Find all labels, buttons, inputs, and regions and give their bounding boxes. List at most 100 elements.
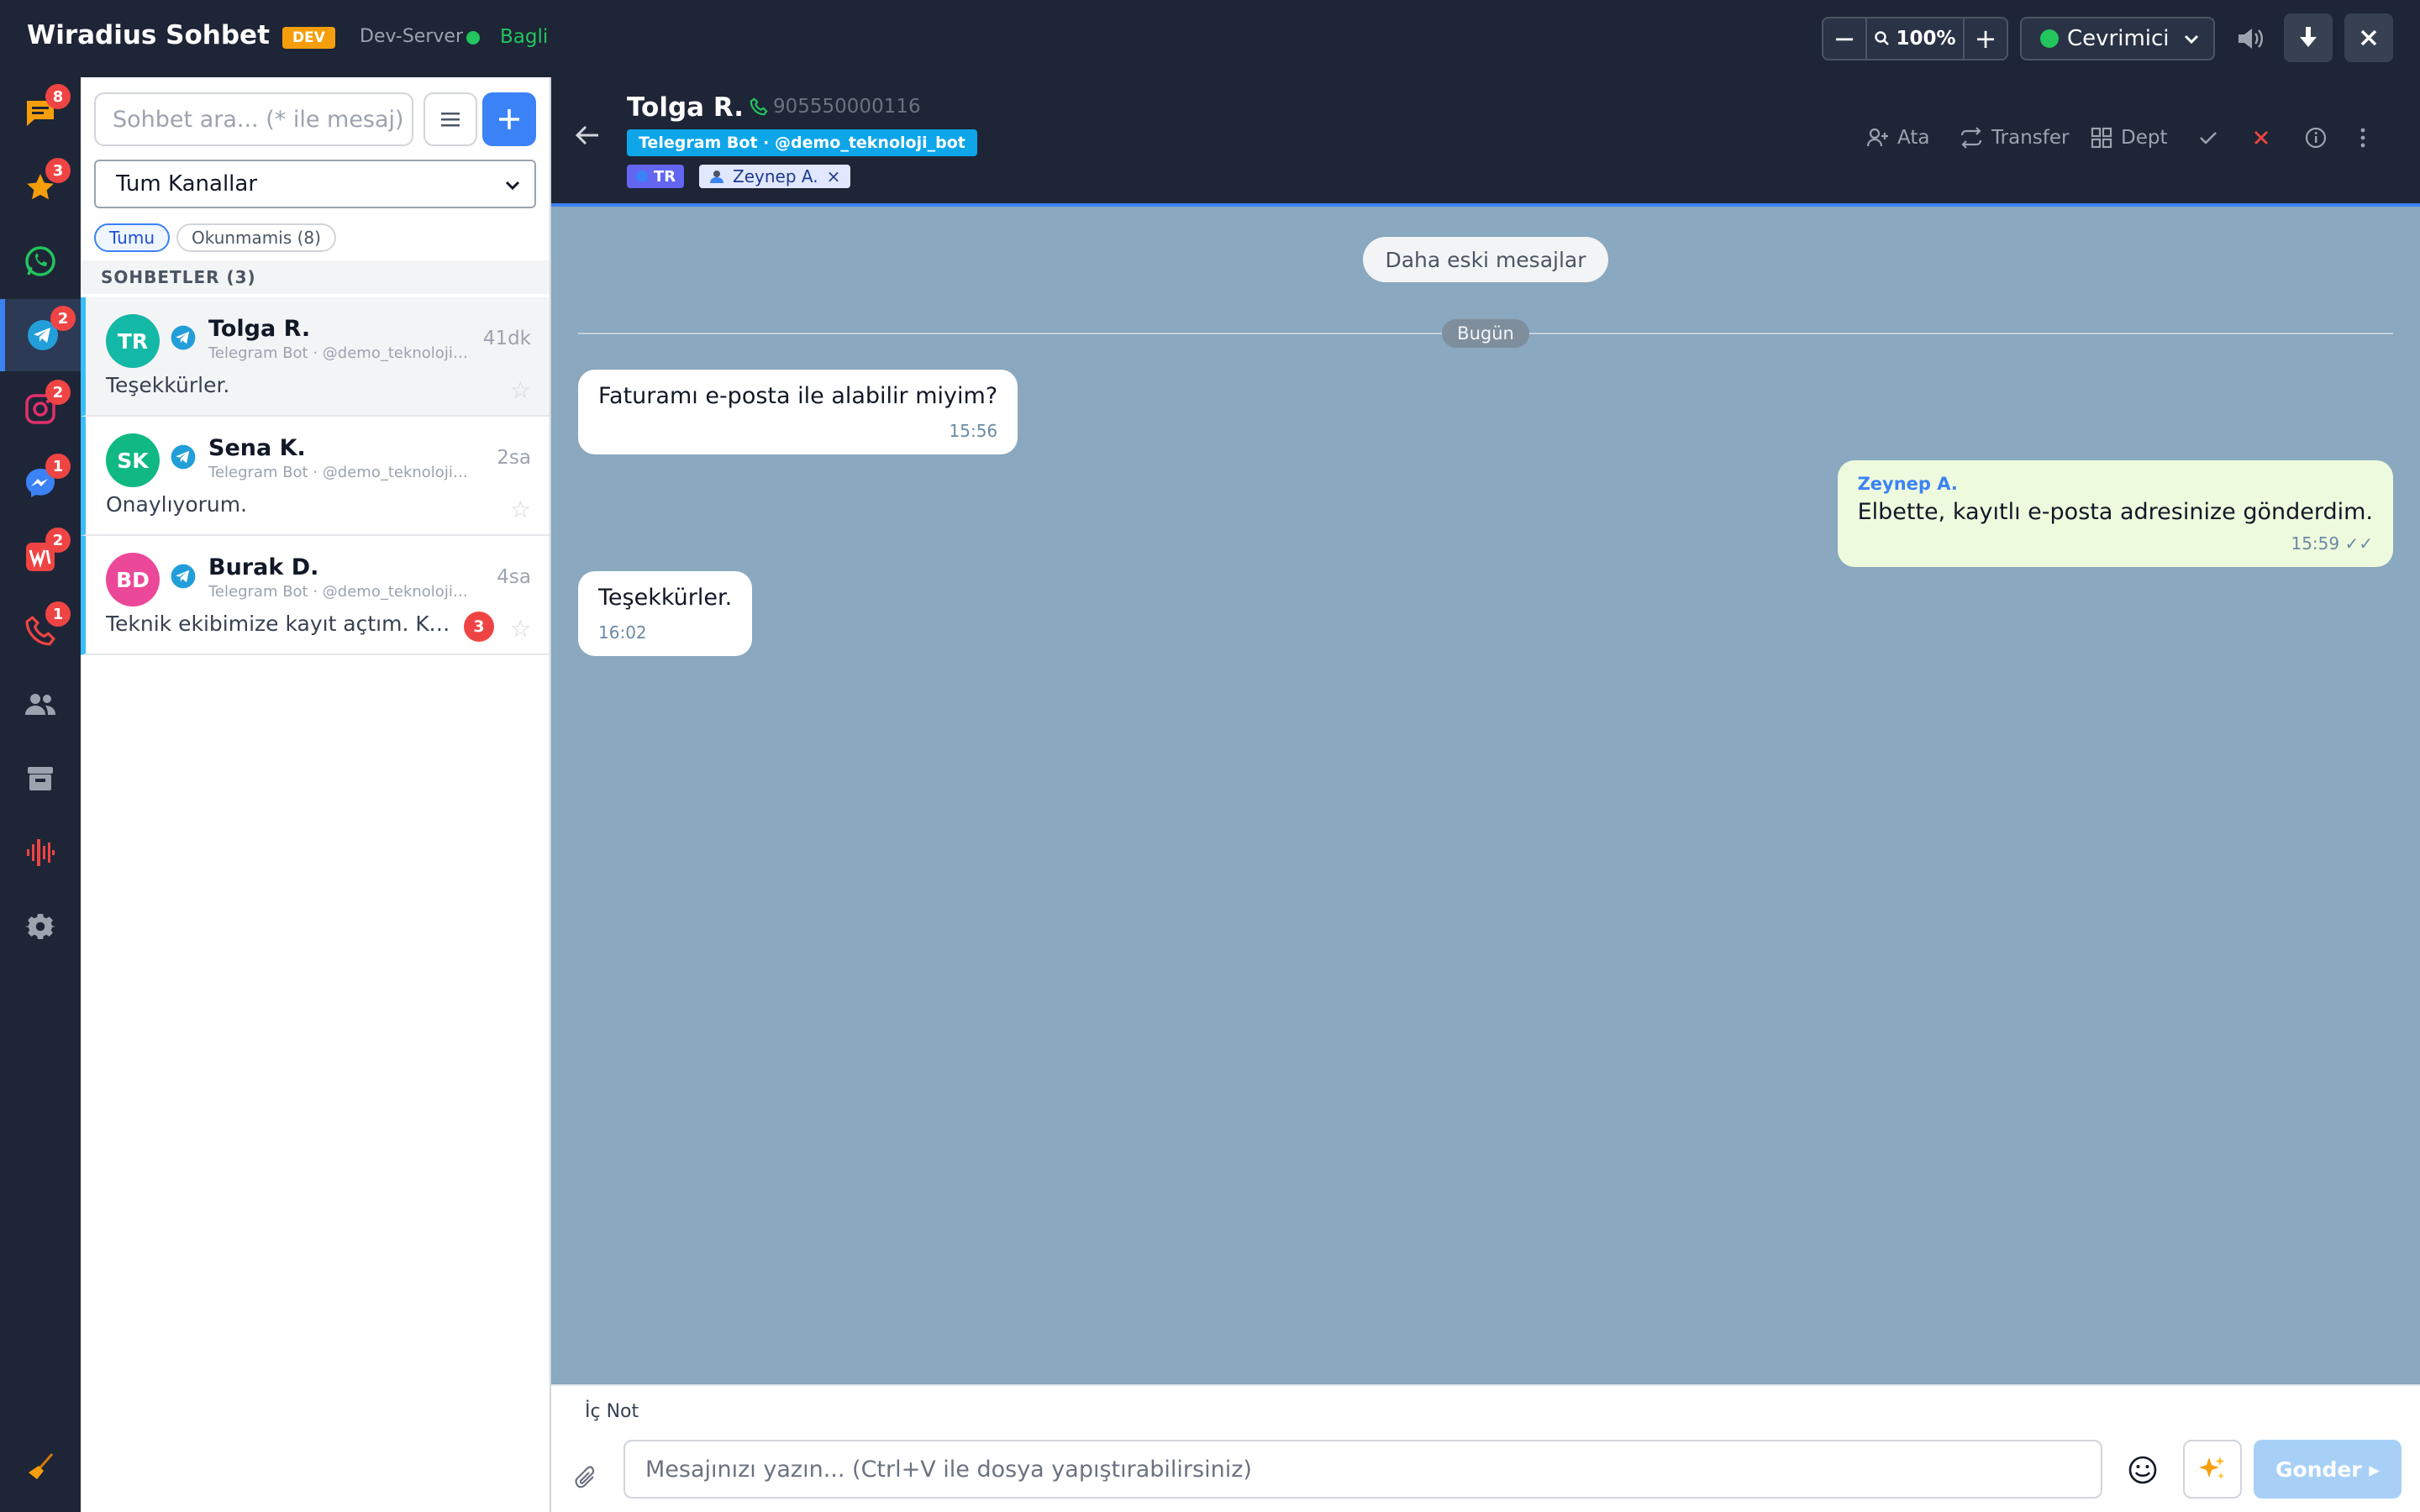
nav-telegram[interactable]: 2 — [0, 299, 81, 371]
nav-badge: 8 — [45, 84, 71, 109]
message-time: 15:59 ✓✓ — [2291, 533, 2373, 554]
department-button[interactable]: Dept — [2091, 121, 2167, 155]
transfer-button[interactable]: Transfer — [1960, 121, 2069, 155]
filter-all-chip[interactable]: Tumu — [94, 223, 171, 252]
chevron-down-icon — [505, 181, 520, 191]
nav-settings[interactable] — [0, 890, 81, 963]
agent-name: Zeynep A. — [733, 166, 818, 186]
nav-voice[interactable] — [0, 816, 81, 889]
send-button[interactable]: Gonder ▸ — [2254, 1440, 2402, 1499]
ai-assist-button[interactable] — [2183, 1440, 2242, 1499]
plus-icon — [499, 109, 519, 129]
app-title: Wiradius Sohbet — [27, 20, 270, 50]
remove-agent-button[interactable]: × — [827, 166, 841, 186]
globe-icon — [636, 171, 648, 182]
new-chat-button[interactable] — [482, 92, 536, 146]
status-select[interactable]: Cevrimici — [2020, 17, 2215, 60]
message-text: Teşekkürler. — [598, 585, 733, 611]
nav-rail: 8 3 2 2 1 2 1 — [0, 77, 81, 1512]
zoom-value: 100% — [1896, 28, 1956, 50]
star-icon[interactable]: ☆ — [510, 496, 531, 523]
department-label: Dept — [2121, 127, 2168, 149]
conversation-name: Burak D. — [208, 554, 319, 580]
emoji-button[interactable] — [2119, 1446, 2166, 1494]
info-icon — [2305, 127, 2327, 149]
conversation-preview: Teşekkürler. — [106, 373, 230, 397]
nav-archive[interactable] — [0, 743, 81, 815]
language-value: TR — [654, 167, 676, 186]
zoom-out-button[interactable]: − — [1823, 18, 1865, 59]
message-time: 15:56 — [949, 421, 998, 441]
status-value: Cevrimici — [2067, 26, 2170, 51]
avatar: BD — [106, 553, 160, 606]
online-dot-icon — [2040, 29, 2059, 48]
nav-starred[interactable]: 3 — [0, 151, 81, 223]
nav-badge: 1 — [45, 601, 71, 627]
sound-toggle-button[interactable] — [2230, 17, 2270, 60]
message-bubble-incoming: Faturamı e-posta ile alabilir miyim? 15:… — [578, 370, 1018, 454]
nav-whatsapp[interactable] — [0, 225, 81, 297]
star-icon[interactable]: ☆ — [510, 615, 531, 643]
resolve-button[interactable] — [2198, 121, 2218, 155]
whatsapp-icon — [25, 246, 55, 276]
zoom-in-button[interactable]: + — [1965, 18, 2007, 59]
nav-badge: 1 — [45, 454, 71, 479]
conversation-item[interactable]: TR Tolga R. Telegram Bot · @demo_teknolo… — [81, 297, 550, 417]
conversations-section-title: SOHBETLER (3) — [81, 260, 550, 294]
search-input[interactable]: Sohbet ara... (* ile mesaj) — [94, 92, 413, 146]
nav-badge: 2 — [45, 380, 71, 405]
channel-filter-select[interactable]: Tum Kanallar — [94, 160, 536, 208]
star-icon[interactable]: ☆ — [510, 376, 531, 404]
arrow-left-icon — [575, 125, 598, 145]
avatar: TR — [106, 314, 160, 368]
user-icon — [710, 171, 723, 183]
nav-chats[interactable]: 8 — [0, 77, 81, 150]
message-sender: Zeynep A. — [1857, 474, 1958, 494]
nav-messenger[interactable]: 1 — [0, 447, 81, 519]
close-icon — [2254, 131, 2268, 144]
info-button[interactable] — [2304, 121, 2328, 155]
transfer-label: Transfer — [1991, 127, 2070, 149]
hamburger-icon — [441, 113, 460, 127]
list-menu-button[interactable] — [424, 92, 477, 146]
close-window-button[interactable] — [2344, 13, 2393, 62]
phone-icon — [750, 97, 768, 116]
grid-icon — [2091, 127, 2112, 149]
message-input[interactable]: Mesajınızı yazın... (Ctrl+V ile dosya ya… — [623, 1440, 2102, 1499]
download-button[interactable] — [2284, 13, 2333, 62]
language-tag: TR — [627, 165, 685, 188]
conversation-time: 4sa — [497, 566, 531, 588]
broom-icon — [29, 1453, 54, 1479]
composer: İç Not Mesajınızı yazın... (Ctrl+V ile d… — [551, 1384, 2420, 1512]
close-chat-button[interactable] — [2252, 121, 2270, 155]
nav-instagram[interactable]: 2 — [0, 373, 81, 445]
filter-unread-chip[interactable]: Okunmamis (8) — [176, 223, 336, 252]
back-button[interactable] — [575, 124, 600, 150]
load-older-messages-button[interactable]: Daha eski mesajlar — [1363, 237, 1608, 282]
check-icon — [2200, 132, 2217, 144]
message-area: Daha eski mesajlar Bugün Faturamı e-post… — [551, 207, 2420, 1384]
conversation-channel: Telegram Bot · @demo_teknoloji_bot — [208, 344, 469, 362]
internal-note-toggle[interactable]: İç Not — [585, 1401, 639, 1422]
connection-status: Bagli — [500, 26, 549, 48]
waveform-icon — [27, 839, 55, 866]
zoom-reset-button[interactable]: 100% — [1865, 18, 1965, 59]
chevron-down-icon — [2184, 34, 2199, 45]
assign-button[interactable]: Ata — [1867, 121, 1929, 155]
users-icon — [25, 694, 55, 715]
nav-cleanup[interactable] — [0, 1430, 81, 1502]
paperclip-icon — [575, 1466, 595, 1488]
nav-badge: 2 — [50, 306, 76, 331]
chat-header: Tolga R. 905550000116 Telegram Bot · @de… — [551, 77, 2420, 207]
nav-calls[interactable]: 1 — [0, 595, 81, 667]
nav-contacts[interactable] — [0, 669, 81, 741]
kebab-menu-icon — [2360, 128, 2365, 148]
channel-filter-value: Tum Kanallar — [116, 171, 258, 197]
conversation-item[interactable]: BD Burak D. Telegram Bot · @demo_teknolo… — [81, 536, 550, 655]
nav-web[interactable]: 2 — [0, 521, 81, 593]
conversation-item[interactable]: SK Sena K. Telegram Bot · @demo_teknoloj… — [81, 417, 550, 536]
more-options-button[interactable] — [2358, 121, 2368, 155]
conversation-time: 41dk — [482, 328, 531, 349]
conversation-time: 2sa — [497, 447, 531, 469]
attach-button[interactable] — [575, 1465, 598, 1495]
